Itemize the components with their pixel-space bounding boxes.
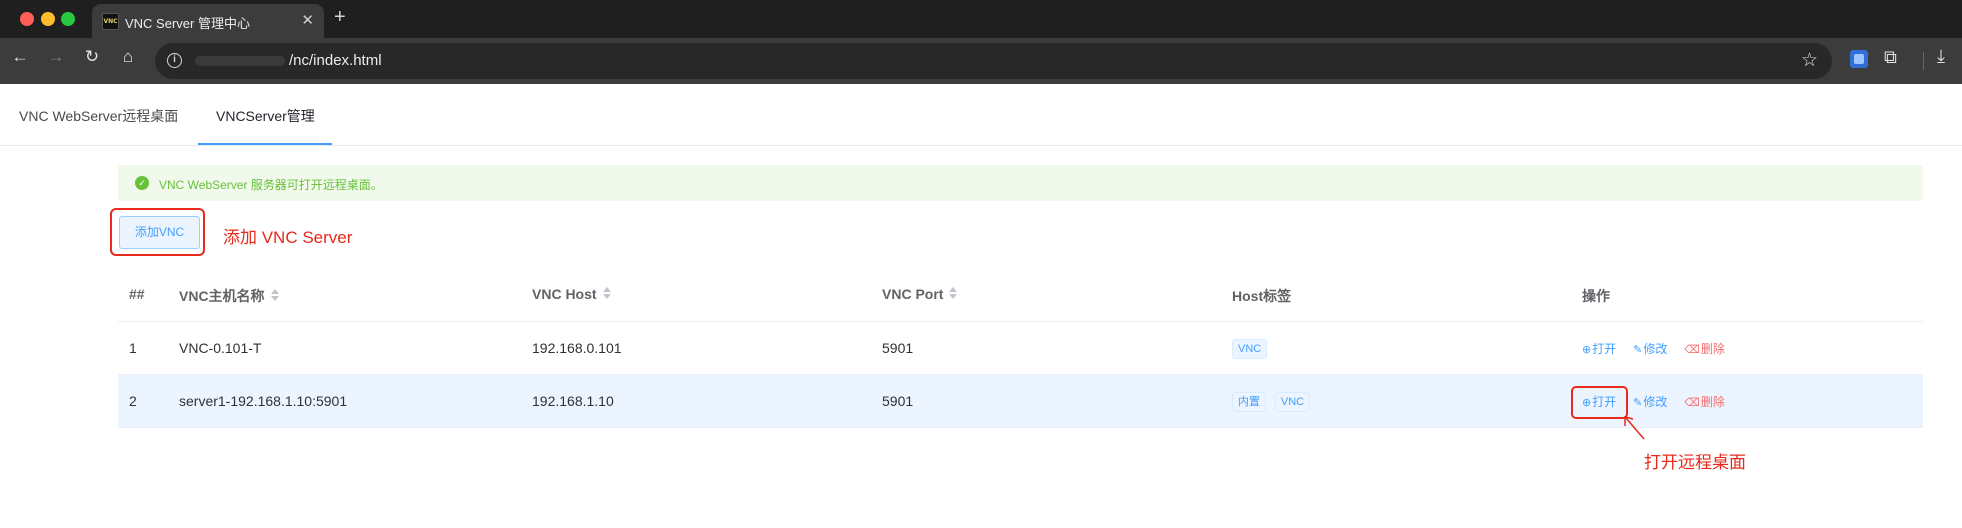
trash-icon: ⌫ (1684, 344, 1700, 356)
check-circle-icon: ✓ (135, 176, 149, 190)
annotation-arrow (1624, 416, 1645, 440)
browser-tab[interactable]: VNC VNC Server 管理中心 ✕ (92, 4, 324, 38)
page-tab-bar: VNC WebServer远程桌面 VNCServer管理 (0, 84, 1962, 146)
header-actions: 操作 (1582, 288, 1610, 304)
table-header: ## VNC主机名称 VNC Host VNC Port Host标签 操作 (118, 268, 1923, 322)
browser-toolbar: ← → ↻ ⌂ i /nc/index.html ☆ ⧉ ⤓ (0, 38, 1962, 84)
host-tag: VNC (1274, 392, 1311, 412)
edit-button[interactable]: ✎修改 (1633, 340, 1667, 357)
cell-tags: 内置 VNC (1232, 392, 1315, 413)
header-name-label: VNC主机名称 (179, 288, 265, 304)
close-window-button[interactable] (20, 12, 34, 26)
cell-index: 2 (129, 393, 137, 409)
header-name[interactable]: VNC主机名称 (179, 286, 279, 306)
forward-icon[interactable]: → (45, 47, 67, 67)
pencil-icon: ✎ (1633, 397, 1643, 409)
open-label: 打开 (1592, 342, 1617, 356)
table-row[interactable]: 1 VNC-0.101-T 192.168.0.101 5901 VNC ⊕打开… (118, 322, 1923, 375)
tab-vnc-webserver[interactable]: VNC WebServer远程桌面 (19, 106, 178, 126)
sort-icon[interactable] (270, 289, 279, 302)
host-tag: VNC (1232, 339, 1268, 359)
browser-titlebar: VNC VNC Server 管理中心 ✕ + (0, 0, 1962, 38)
header-index: ## (129, 286, 145, 302)
link-icon: ⊕ (1582, 344, 1592, 356)
annotation-add-vnc: 添加 VNC Server (223, 228, 353, 247)
toolbar-divider (1923, 52, 1924, 70)
url-text[interactable]: /nc/index.html (289, 52, 382, 69)
delete-label: 删除 (1700, 395, 1725, 409)
back-icon[interactable]: ← (9, 47, 31, 67)
home-icon[interactable]: ⌂ (117, 47, 139, 67)
address-bar[interactable]: i /nc/index.html ☆ (155, 43, 1832, 79)
vnc-server-table: ## VNC主机名称 VNC Host VNC Port Host标签 操作 1… (118, 268, 1923, 428)
active-tab-indicator (198, 143, 332, 145)
bookmark-star-icon[interactable]: ☆ (1801, 49, 1818, 72)
success-alert: ✓ VNC WebServer 服务器可打开远程桌面。 (118, 165, 1923, 201)
maximize-window-button[interactable] (61, 12, 75, 26)
tab-title: VNC Server 管理中心 (125, 16, 250, 31)
alert-text: VNC WebServer 服务器可打开远程桌面。 (159, 178, 383, 192)
cell-name: server1-192.168.1.10:5901 (179, 393, 348, 409)
site-info-icon[interactable]: i (167, 53, 182, 68)
extensions-puzzle-icon[interactable]: ⧉ (1884, 47, 1897, 68)
header-host[interactable]: VNC Host (532, 286, 611, 302)
extension-icon[interactable] (1850, 50, 1868, 68)
url-host-redacted (195, 56, 285, 66)
edit-button[interactable]: ✎修改 (1633, 393, 1667, 410)
cell-port: 5901 (882, 340, 914, 356)
cell-index: 1 (129, 340, 137, 356)
header-port-label: VNC Port (882, 286, 944, 302)
cell-host: 192.168.1.10 (532, 393, 614, 409)
cell-host: 192.168.0.101 (532, 340, 622, 356)
favicon-icon: VNC (102, 13, 119, 30)
download-icon[interactable]: ⤓ (1937, 46, 1945, 67)
delete-label: 删除 (1700, 342, 1725, 356)
minimize-window-button[interactable] (41, 12, 55, 26)
trash-icon: ⌫ (1684, 397, 1700, 409)
annotation-open-desktop: 打开远程桌面 (1644, 453, 1746, 472)
delete-button[interactable]: ⌫删除 (1684, 393, 1725, 410)
cell-tags: VNC (1232, 339, 1272, 360)
open-button[interactable]: ⊕打开 (1582, 340, 1616, 357)
sort-icon[interactable] (602, 287, 611, 300)
host-tag: 内置 (1232, 392, 1266, 412)
cell-actions: ⊕打开 ✎修改 ⌫删除 (1582, 340, 1738, 357)
sort-icon[interactable] (949, 287, 958, 300)
table-row[interactable]: 2 server1-192.168.1.10:5901 192.168.1.10… (118, 375, 1923, 428)
pencil-icon: ✎ (1633, 344, 1643, 356)
new-tab-button[interactable]: + (334, 6, 346, 29)
cell-name: VNC-0.101-T (179, 340, 262, 356)
header-port[interactable]: VNC Port (882, 286, 958, 302)
cell-port: 5901 (882, 393, 914, 409)
header-host-label: VNC Host (532, 286, 597, 302)
edit-label: 修改 (1643, 395, 1668, 409)
header-tags: Host标签 (1232, 288, 1292, 304)
delete-button[interactable]: ⌫删除 (1684, 340, 1725, 357)
close-tab-icon[interactable]: ✕ (301, 11, 314, 29)
edit-label: 修改 (1643, 342, 1668, 356)
tab-vncserver-manage[interactable]: VNCServer管理 (216, 106, 315, 126)
add-vnc-button[interactable]: 添加VNC (119, 216, 200, 249)
reload-icon[interactable]: ↻ (81, 47, 103, 67)
